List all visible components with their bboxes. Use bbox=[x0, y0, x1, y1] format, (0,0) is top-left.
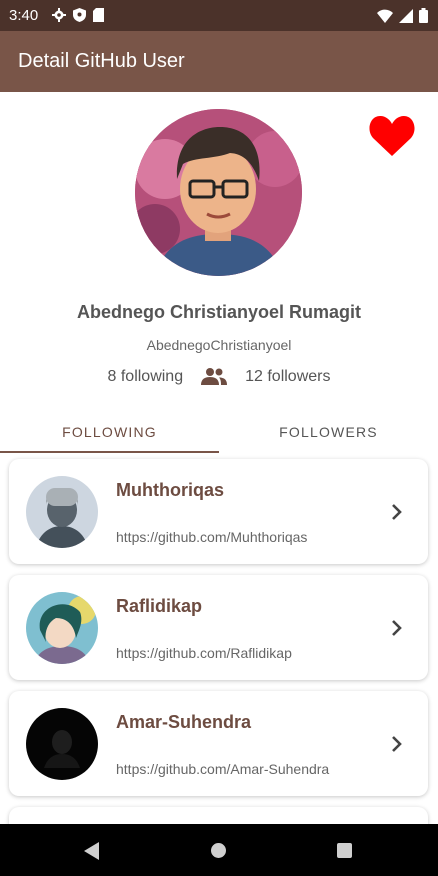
list-item[interactable]: Amar-Suhendra https://github.com/Amar-Su… bbox=[9, 691, 428, 796]
status-bar: 3:40 bbox=[0, 0, 438, 31]
avatar bbox=[26, 592, 98, 664]
list-item[interactable]: Raflidikap https://github.com/Raflidikap bbox=[9, 575, 428, 680]
list-item-name: Muhthoriqas bbox=[116, 480, 224, 500]
settings-icon bbox=[52, 8, 66, 22]
list-item-url: https://github.com/Muhthoriqas bbox=[116, 529, 308, 545]
tab-indicator bbox=[0, 451, 219, 453]
home-icon[interactable] bbox=[211, 843, 226, 858]
list-item[interactable] bbox=[9, 807, 428, 824]
tab-bar: FOLLOWING FOLLOWERS bbox=[0, 410, 438, 454]
recents-icon[interactable] bbox=[337, 843, 352, 858]
user-login: AbednegoChristianyoel bbox=[146, 337, 292, 353]
wifi-icon bbox=[377, 9, 393, 23]
list-item-name: Raflidikap bbox=[116, 596, 203, 616]
battery-icon bbox=[419, 8, 428, 23]
status-time: 3:40 bbox=[9, 7, 39, 24]
app-bar: Detail GitHub User bbox=[0, 31, 438, 92]
avatar bbox=[135, 109, 302, 276]
signal-icon bbox=[399, 8, 413, 23]
list-item-url: https://github.com/Raflidikap bbox=[116, 645, 292, 661]
page-title: Detail GitHub User bbox=[18, 50, 185, 72]
chevron-right-icon bbox=[392, 620, 402, 636]
following-count: 8 following bbox=[107, 368, 184, 385]
chevron-right-icon bbox=[392, 736, 402, 752]
tab-following[interactable]: FOLLOWING bbox=[0, 410, 219, 454]
people-icon bbox=[201, 368, 228, 385]
followers-count: 12 followers bbox=[245, 368, 331, 385]
sd-card-icon bbox=[93, 8, 104, 22]
tab-followers[interactable]: FOLLOWERS bbox=[219, 410, 438, 454]
profile-section: Abednego Christianyoel Rumagit AbednegoC… bbox=[0, 92, 438, 452]
back-icon[interactable] bbox=[84, 842, 100, 860]
avatar bbox=[26, 708, 98, 780]
chevron-right-icon bbox=[392, 504, 402, 520]
list-item[interactable]: Muhthoriqas https://github.com/Muhthoriq… bbox=[9, 459, 428, 564]
user-full-name: Abednego Christianyoel Rumagit bbox=[76, 302, 362, 322]
list-item-name: Amar-Suhendra bbox=[116, 712, 252, 732]
navigation-bar bbox=[0, 824, 438, 876]
list-item-url: https://github.com/Amar-Suhendra bbox=[116, 761, 330, 777]
avatar bbox=[26, 476, 98, 548]
user-list: Muhthoriqas https://github.com/Muhthoriq… bbox=[0, 454, 438, 824]
heart-icon[interactable] bbox=[368, 114, 416, 158]
shield-icon bbox=[73, 8, 86, 22]
follow-counts: 8 following 12 followers bbox=[0, 367, 438, 387]
